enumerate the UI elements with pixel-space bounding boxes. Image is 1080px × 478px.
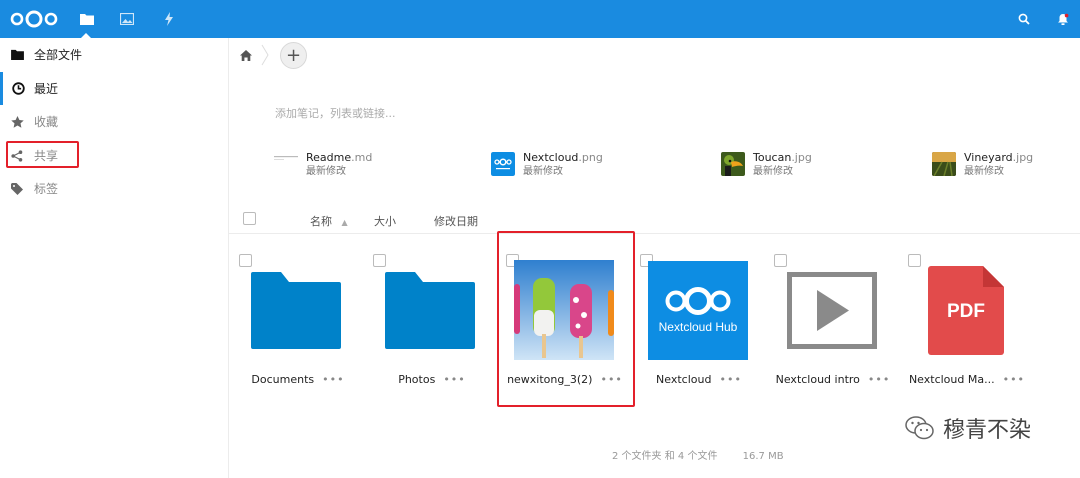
file-checkbox[interactable] — [239, 254, 252, 267]
file-name: Nextcloud — [656, 373, 712, 386]
recent-name: Toucan — [753, 150, 792, 164]
top-bar — [0, 0, 1080, 38]
more-icon[interactable]: ••• — [1003, 373, 1025, 386]
star-icon — [10, 115, 24, 128]
lightning-icon — [165, 12, 173, 26]
nextcloud-thumb-icon — [491, 152, 515, 176]
pdf-thumb-icon: PDF — [928, 266, 1004, 355]
file-item-nextcloud-manual[interactable]: PDF Nextcloud Ma... ••• — [902, 248, 1032, 398]
more-icon[interactable]: ••• — [868, 373, 890, 386]
folder-icon — [80, 14, 94, 25]
app-activity[interactable] — [150, 0, 188, 38]
bell-icon — [1058, 13, 1069, 25]
recent-ext: .png — [578, 150, 603, 164]
file-item-documents[interactable]: Documents ••• — [233, 248, 363, 398]
sidebar-item-recent[interactable]: 最近 — [0, 72, 229, 105]
more-icon[interactable]: ••• — [719, 373, 741, 386]
recent-item-nextcloud[interactable]: Nextcloud.png 最新修改 — [491, 148, 603, 180]
text-file-icon — [274, 156, 298, 160]
column-name-label: 名称 — [310, 215, 332, 228]
nextcloud-hub-thumb: Nextcloud Hub — [648, 261, 748, 360]
watermark-text: 穆青不染 — [943, 418, 1032, 443]
breadcrumb — [229, 38, 1080, 74]
recent-sub: 最新修改 — [753, 165, 793, 177]
column-name[interactable]: 名称 ▲ — [310, 213, 348, 229]
recent-sub: 最新修改 — [306, 165, 346, 177]
app-photos[interactable] — [108, 0, 146, 38]
file-checkbox[interactable] — [908, 254, 921, 267]
sidebar-item-favorites[interactable]: 收藏 — [0, 105, 229, 138]
file-summary: 2 个文件夹 和 4 个文件 16.7 MB — [612, 447, 806, 462]
clock-icon — [12, 82, 25, 95]
app-files[interactable] — [68, 0, 106, 38]
summary-count: 2 个文件夹 和 4 个文件 — [612, 451, 718, 462]
folder-thumb-icon — [385, 272, 475, 349]
file-checkbox[interactable] — [774, 254, 787, 267]
recent-item-readme[interactable]: Readme.md 最新修改 — [274, 148, 372, 180]
highlight-box-file — [497, 231, 635, 407]
sidebar-item-all-files[interactable]: 全部文件 — [0, 38, 229, 71]
sort-asc-icon: ▲ — [341, 218, 348, 227]
column-modified[interactable]: 修改日期 — [434, 213, 478, 229]
sidebar-item-label: 最近 — [34, 82, 59, 96]
search-button[interactable] — [1005, 0, 1043, 38]
summary-size: 16.7 MB — [742, 451, 784, 462]
recent-sub: 最新修改 — [523, 165, 563, 177]
file-item-nextcloud-intro[interactable]: Nextcloud intro ••• — [768, 248, 898, 398]
more-icon[interactable]: ••• — [322, 373, 344, 386]
more-icon[interactable]: ••• — [443, 373, 465, 386]
chevron-right-icon — [261, 44, 269, 66]
file-name: Nextcloud intro — [775, 373, 860, 386]
image-icon — [120, 13, 134, 25]
nextcloud-logo[interactable] — [10, 10, 58, 28]
file-item-photos[interactable]: Photos ••• — [367, 248, 497, 398]
file-checkbox[interactable] — [373, 254, 386, 267]
new-button[interactable]: + — [280, 42, 307, 69]
recent-name: Nextcloud — [523, 150, 579, 164]
wechat-icon — [905, 416, 934, 440]
recent-sub: 最新修改 — [964, 165, 1004, 177]
thumb-pdf-text: PDF — [947, 301, 985, 322]
file-name: Documents — [251, 373, 315, 386]
file-name: Photos — [398, 373, 436, 386]
watermark: 穆青不染 — [905, 412, 1031, 444]
thumb-hub-text: Nextcloud Hub — [659, 320, 738, 334]
search-icon — [1018, 13, 1030, 25]
recent-item-toucan[interactable]: Toucan.jpg 最新修改 — [721, 148, 812, 180]
sidebar-item-label: 全部文件 — [34, 48, 83, 62]
recent-ext: .jpg — [791, 150, 812, 164]
plus-icon: + — [285, 45, 302, 66]
video-thumb-icon — [787, 272, 877, 349]
sidebar-item-label: 收藏 — [34, 115, 59, 129]
sidebar-item-label: 标签 — [34, 182, 59, 196]
select-all-checkbox[interactable] — [243, 212, 256, 225]
recent-name: Readme — [306, 150, 352, 164]
folder-thumb-icon — [251, 272, 341, 349]
file-list-header: 名称 ▲ 大小 修改日期 — [229, 200, 1080, 234]
recent-ext: .md — [351, 150, 373, 164]
tag-icon — [11, 182, 23, 195]
column-size[interactable]: 大小 — [374, 213, 396, 229]
sidebar-item-tags[interactable]: 标签 — [0, 172, 229, 205]
file-name: Nextcloud Ma... — [908, 373, 995, 386]
toucan-thumb-icon — [721, 152, 745, 176]
folder-icon — [10, 49, 24, 60]
recent-item-vineyard[interactable]: Vineyard.jpg 最新修改 — [932, 148, 1033, 180]
sidebar: 全部文件 最近 收藏 共享 标签 — [0, 38, 229, 478]
vineyard-thumb-icon — [932, 152, 956, 176]
home-icon[interactable] — [240, 50, 252, 61]
recent-name: Vineyard — [964, 150, 1013, 164]
file-item-nextcloud[interactable]: Nextcloud Hub Nextcloud ••• — [634, 248, 764, 398]
notifications-button[interactable] — [1044, 0, 1080, 38]
recent-ext: .jpg — [1012, 150, 1034, 164]
notes-input[interactable]: 添加笔记，列表或链接... — [275, 105, 396, 121]
highlight-box-shares — [6, 141, 79, 168]
